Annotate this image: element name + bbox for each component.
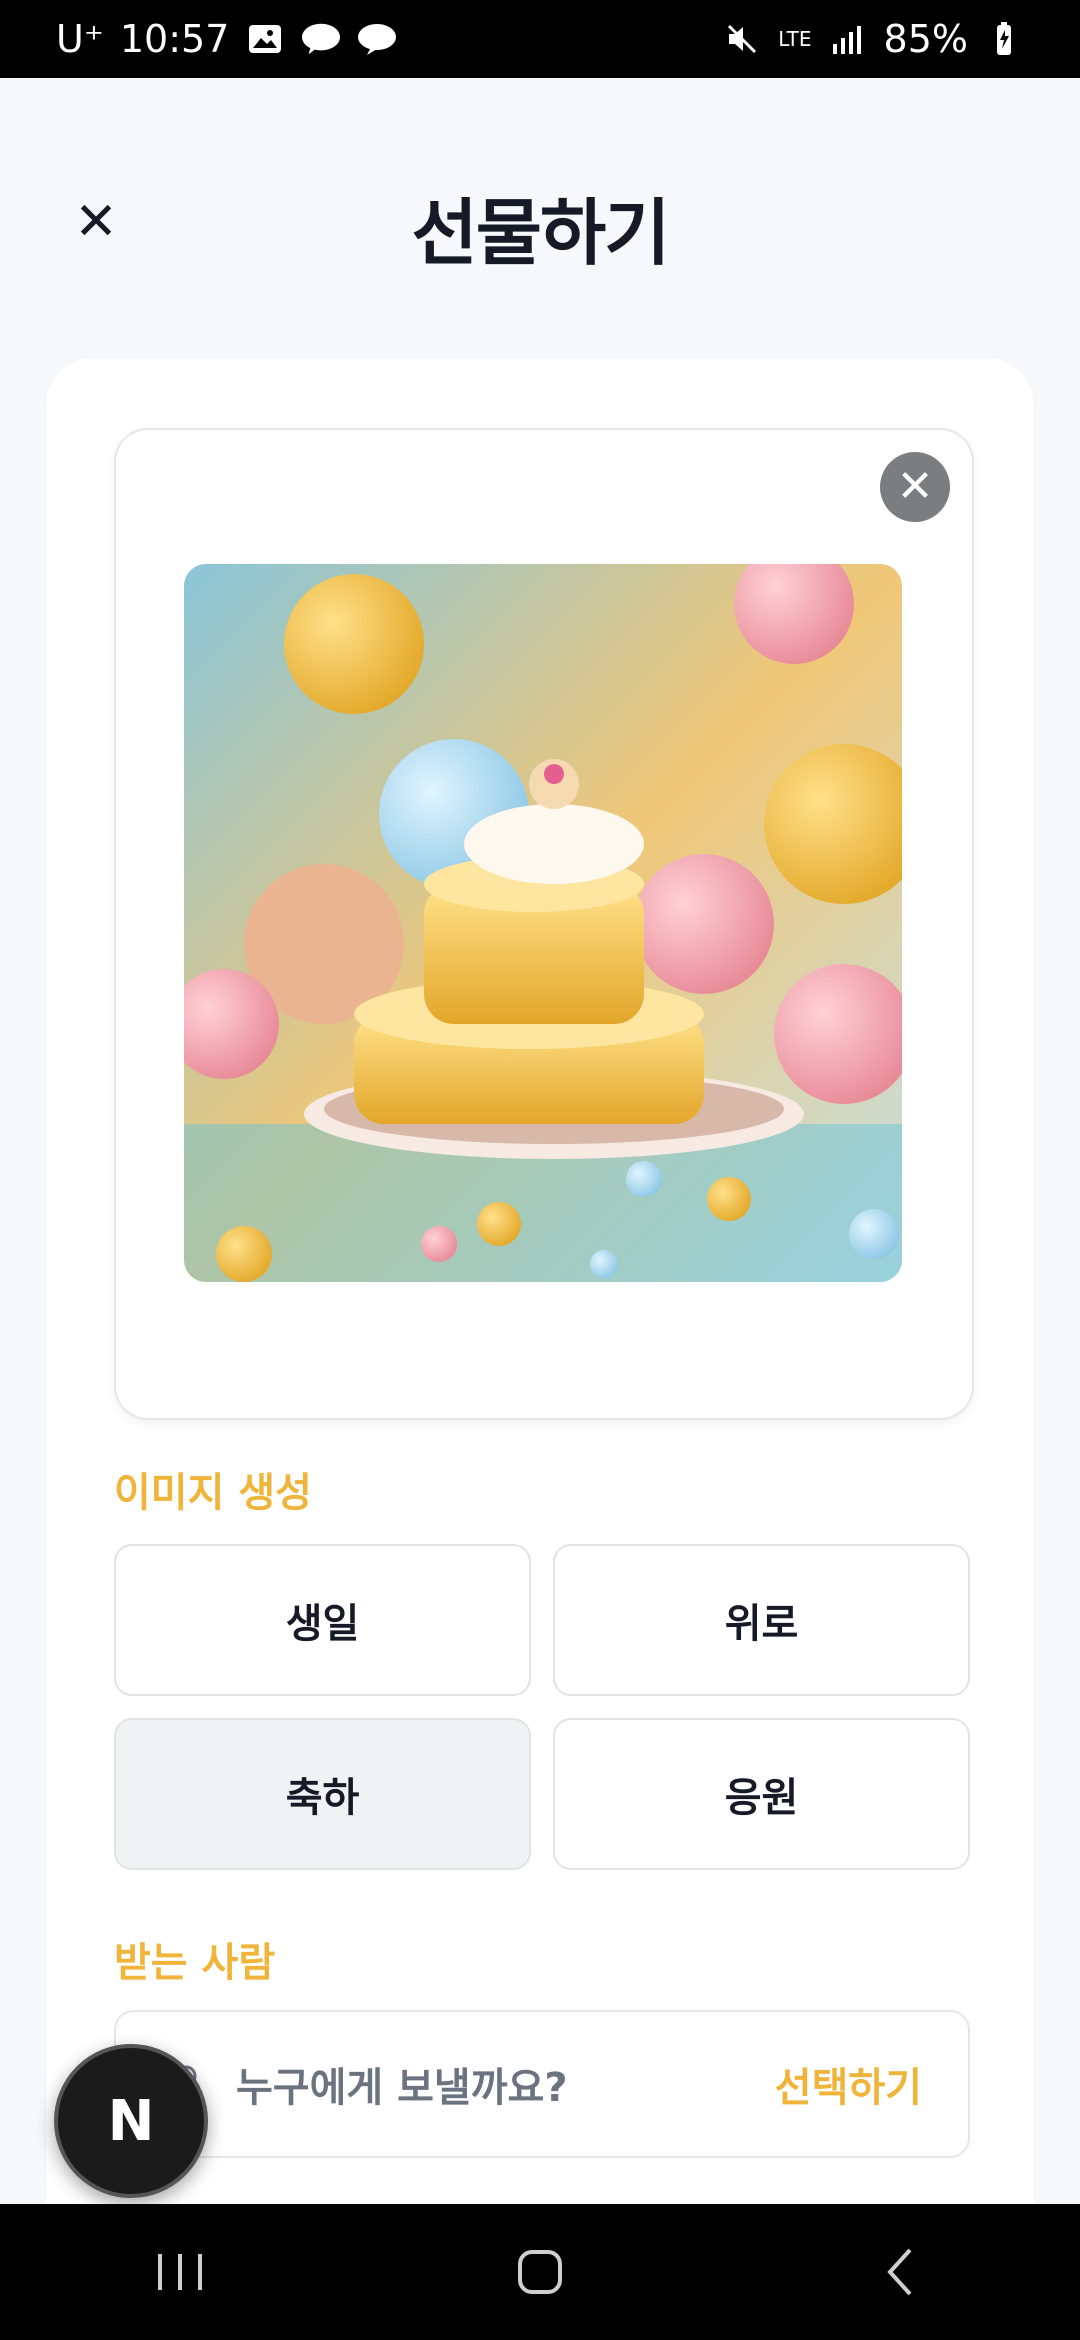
time: 10:57 xyxy=(119,17,230,61)
option-cheer[interactable]: 응원 xyxy=(553,1718,970,1870)
option-birthday[interactable]: 생일 xyxy=(114,1544,531,1696)
signal-icon xyxy=(828,19,868,59)
status-right: LTE 85% xyxy=(722,17,1024,61)
floating-n-button[interactable]: N xyxy=(54,2044,208,2198)
recipient-placeholder: 누구에게 보낼까요? xyxy=(236,2065,568,2111)
image-options-grid: 생일 위로 축하 응원 xyxy=(114,1544,970,1870)
back-icon[interactable] xyxy=(840,2232,960,2312)
talk-icon xyxy=(301,19,341,59)
status-bar: U⁺ 10:57 LTE 85% xyxy=(0,0,1080,78)
carrier: U⁺ xyxy=(56,17,104,61)
system-navbar xyxy=(0,2204,1080,2340)
page-title: 선물하기 xyxy=(411,191,671,275)
chat-icon xyxy=(357,19,397,59)
battery-text: 85% xyxy=(883,17,968,61)
recent-apps-icon[interactable] xyxy=(120,2232,240,2312)
recipient-label: 받는 사람 xyxy=(114,1940,276,1986)
header: ✕ 선물하기 xyxy=(0,78,1080,358)
close-circle-icon[interactable]: ✕ xyxy=(880,452,950,522)
select-recipient-button[interactable]: 선택하기 xyxy=(775,2055,922,2113)
option-comfort[interactable]: 위로 xyxy=(553,1544,970,1696)
image-generation-label: 이미지 생성 xyxy=(114,1470,312,1516)
recipient-selector[interactable]: 누구에게 보낼까요? 선택하기 xyxy=(114,2010,970,2158)
network-label: LTE xyxy=(778,27,812,51)
home-icon[interactable] xyxy=(480,2232,600,2312)
option-celebrate[interactable]: 축하 xyxy=(114,1718,531,1870)
generated-image xyxy=(184,564,902,1282)
battery-icon xyxy=(984,19,1024,59)
gallery-icon xyxy=(245,19,285,59)
status-left: U⁺ 10:57 xyxy=(56,17,397,61)
image-frame: ✕ xyxy=(114,428,974,1420)
main-card: ✕ 이미지 생성 생일 위로 축하 응원 받는 사람 누구에게 보낼까요? 선택… xyxy=(46,358,1034,2340)
mute-icon xyxy=(722,19,762,59)
